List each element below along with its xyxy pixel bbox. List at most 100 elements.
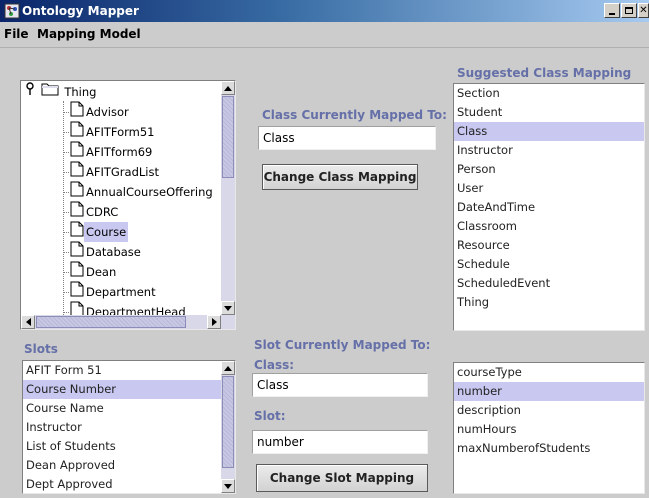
tree-item-label: CDRC <box>86 205 119 219</box>
suggested-class-list[interactable]: Section Student Class Instructor Person User D… <box>453 83 645 331</box>
suggested-slot-item[interactable]: maxNumberofStudents <box>454 439 644 458</box>
change-class-mapping-button[interactable]: Change Class Mapping <box>262 164 418 190</box>
suggested-class-item[interactable]: Resource <box>454 236 644 255</box>
tree-vscrollbar[interactable] <box>221 81 235 315</box>
tree-connector <box>63 111 69 113</box>
document-icon <box>70 101 84 123</box>
suggested-class-item[interactable]: Student <box>454 103 644 122</box>
slot-item[interactable]: Course Number <box>23 380 221 399</box>
tree-scroll-down-button[interactable] <box>221 301 235 315</box>
document-icon <box>70 181 84 203</box>
class-tree: Thing Advisor AFITForm51 AFITform69 AFITGra… <box>21 81 221 315</box>
tree-scroll-up-button[interactable] <box>221 81 235 95</box>
app-icon <box>4 3 20 19</box>
suggested-class-item[interactable]: DateAndTime <box>454 198 644 217</box>
minimize-icon <box>609 12 615 15</box>
tree-item-label: AFITGradList <box>86 165 159 179</box>
document-icon <box>70 201 84 223</box>
tree-scroll-thumb[interactable] <box>222 96 234 178</box>
tree-connector <box>63 311 69 313</box>
class-mapped-heading: Class Currently Mapped To: <box>262 108 447 122</box>
tree-item[interactable]: AFITGradList <box>63 161 161 181</box>
suggested-class-item[interactable]: Section <box>454 84 644 103</box>
menu-file[interactable]: File <box>4 27 29 41</box>
suggested-slot-item[interactable]: number <box>454 382 644 401</box>
slot-item[interactable]: Course Name <box>23 399 221 418</box>
tree-connector <box>63 171 69 173</box>
document-icon <box>70 221 84 243</box>
slots-scroll-up-button[interactable] <box>221 361 235 375</box>
close-icon: ✕ <box>639 5 648 16</box>
arrow-up-icon <box>224 365 232 371</box>
suggested-class-item[interactable]: Schedule <box>454 255 644 274</box>
tree-connector <box>63 291 69 293</box>
tree-scroll-left-button[interactable] <box>21 315 35 329</box>
suggested-class-item[interactable]: Classroom <box>454 217 644 236</box>
maximize-icon <box>625 7 633 14</box>
slots-list-panel: AFIT Form 51 Course Number Course Name Inst… <box>22 360 236 494</box>
menu-mapping-model[interactable]: Mapping Model <box>37 27 141 41</box>
change-slot-mapping-button[interactable]: Change Slot Mapping <box>256 464 428 492</box>
tree-scroll-right-button[interactable] <box>207 315 221 329</box>
menu-bar: File Mapping Model <box>0 22 649 48</box>
slot-item[interactable]: Instructor <box>23 418 221 437</box>
class-tree-panel: Thing Advisor AFITForm51 AFITform69 AFITGra… <box>20 80 236 330</box>
tree-item[interactable]: Advisor <box>63 101 131 121</box>
minimize-button[interactable] <box>604 3 620 18</box>
suggested-class-item[interactable]: User <box>454 179 644 198</box>
suggested-class-item[interactable]: Person <box>454 160 644 179</box>
close-button[interactable]: ✕ <box>638 3 649 18</box>
tree-item[interactable]: Course <box>63 221 129 243</box>
maximize-button[interactable] <box>621 3 637 18</box>
tree-hscroll-thumb[interactable] <box>36 316 186 328</box>
slot-mapped-heading: Slot Currently Mapped To: <box>254 338 431 352</box>
tree-connector <box>63 191 69 193</box>
suggested-class-item[interactable]: Class <box>454 122 644 141</box>
title-bar: Ontology Mapper ✕ <box>0 0 649 22</box>
slot-item[interactable]: AFIT Form 51 <box>23 361 221 380</box>
document-icon <box>70 161 84 183</box>
tree-item[interactable]: Dean <box>63 261 118 281</box>
slots-scroll-thumb[interactable] <box>222 376 234 468</box>
suggested-slot-item[interactable]: courseType <box>454 363 644 382</box>
tree-item[interactable]: Department <box>63 281 158 301</box>
slot-item[interactable]: Dean Approved <box>23 456 221 475</box>
slot-slot-label: Slot: <box>254 409 286 423</box>
slots-vscrollbar[interactable] <box>221 361 235 493</box>
tree-item-label: DepartmentHead <box>86 305 186 315</box>
tree-root[interactable]: Thing <box>25 81 98 101</box>
suggested-slot-item[interactable]: description <box>454 401 644 420</box>
suggested-slot-item[interactable]: numHours <box>454 420 644 439</box>
arrow-up-icon <box>224 85 232 91</box>
document-icon <box>70 241 84 263</box>
slot-class-label: Class: <box>254 358 295 372</box>
document-icon <box>70 261 84 283</box>
arrow-down-icon <box>224 305 232 311</box>
tree-item[interactable]: DepartmentHead <box>63 301 188 315</box>
tree-item-label: Advisor <box>86 105 129 119</box>
tree-item-label: Department <box>86 285 156 299</box>
suggested-slot-list[interactable]: courseType number description numHours maxNu… <box>453 362 645 494</box>
document-icon <box>70 281 84 303</box>
slot-class-field[interactable]: Class <box>252 373 428 397</box>
tree-root-label: Thing <box>64 84 97 99</box>
root-handle-icon <box>25 81 37 102</box>
suggested-class-item[interactable]: Thing <box>454 293 644 312</box>
slot-item[interactable]: Dept Approved <box>23 475 221 493</box>
class-mapped-field[interactable]: Class <box>258 126 436 150</box>
slots-heading: Slots <box>24 342 58 356</box>
tree-item[interactable]: AFITForm51 <box>63 121 157 141</box>
tree-hscrollbar[interactable] <box>21 315 235 329</box>
slots-scroll-down-button[interactable] <box>221 479 235 493</box>
tree-item[interactable]: CDRC <box>63 201 120 221</box>
suggested-class-item[interactable]: Instructor <box>454 141 644 160</box>
slot-value-field[interactable]: number <box>252 430 428 454</box>
tree-connector <box>63 231 69 233</box>
tree-item[interactable]: AnnualCourseOffering <box>63 181 215 201</box>
slots-list[interactable]: AFIT Form 51 Course Number Course Name Inst… <box>23 361 221 493</box>
slot-item[interactable]: List of Students <box>23 437 221 456</box>
suggested-class-item[interactable]: ScheduledEvent <box>454 274 644 293</box>
tree-item[interactable]: Database <box>63 241 143 261</box>
suggested-class-heading: Suggested Class Mapping <box>457 66 632 80</box>
tree-item[interactable]: AFITform69 <box>63 141 154 161</box>
